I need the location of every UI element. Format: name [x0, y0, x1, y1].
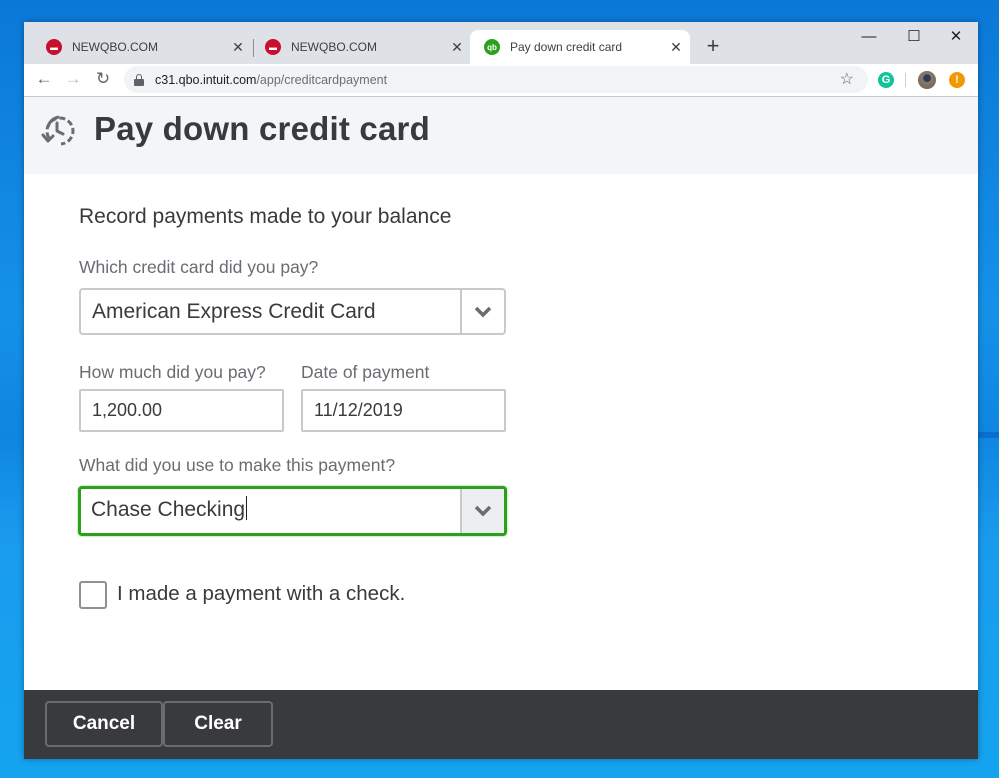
- page-header: Pay down credit card: [24, 97, 978, 174]
- cancel-button[interactable]: Cancel: [45, 701, 163, 747]
- window-close-button[interactable]: ✕: [936, 26, 976, 48]
- back-arrow-icon[interactable]: ←: [33, 68, 55, 90]
- credit-card-label: Which credit card did you pay?: [79, 257, 319, 277]
- check-payment-checkbox[interactable]: [79, 581, 107, 609]
- toolbar-separator: [905, 73, 906, 87]
- tab-title: Pay down credit card: [510, 40, 623, 54]
- close-tab-icon[interactable]: ✕: [230, 39, 246, 55]
- credit-card-dropdown-button[interactable]: [460, 290, 504, 333]
- date-input[interactable]: 11/12/2019: [301, 389, 506, 432]
- credit-card-value[interactable]: American Express Credit Card: [81, 290, 460, 333]
- grammarly-extension-icon[interactable]: G: [878, 72, 894, 88]
- profile-avatar[interactable]: [918, 71, 936, 89]
- lock-icon: [134, 73, 144, 86]
- bookmark-star-icon[interactable]: ☆: [840, 69, 854, 89]
- address-bar[interactable]: c31.qbo.intuit.com/app/creditcardpayment…: [124, 66, 868, 93]
- recurring-clock-icon: [41, 115, 75, 146]
- tab-title: NEWQBO.COM: [72, 40, 158, 54]
- chevron-down-icon: [474, 505, 492, 517]
- page-title: Pay down credit card: [94, 110, 430, 147]
- newqbo-favicon-icon: ▬: [265, 39, 281, 55]
- browser-window: ▬ NEWQBO.COM ✕ ▬ NEWQBO.COM ✕ qb Pay dow…: [24, 22, 978, 759]
- payment-account-input[interactable]: Chase Checking: [81, 489, 460, 533]
- text-cursor: [246, 496, 248, 521]
- payment-account-select[interactable]: Chase Checking: [78, 486, 507, 536]
- amount-input[interactable]: 1,200.00: [79, 389, 284, 432]
- tab-newqbo-1[interactable]: ▬ NEWQBO.COM ✕: [32, 30, 252, 64]
- credit-card-select[interactable]: American Express Credit Card: [79, 288, 506, 335]
- tab-newqbo-2[interactable]: ▬ NEWQBO.COM ✕: [251, 30, 471, 64]
- new-tab-button[interactable]: +: [702, 35, 724, 57]
- payment-account-label: What did you use to make this payment?: [79, 455, 396, 475]
- payment-account-dropdown-button[interactable]: [460, 489, 504, 533]
- minimize-button[interactable]: —: [849, 26, 889, 48]
- desktop-background: [977, 432, 999, 438]
- url-host: c31.qbo.intuit.com: [155, 72, 257, 87]
- tab-title: NEWQBO.COM: [291, 40, 377, 54]
- footer-bar: Cancel Clear: [24, 690, 978, 759]
- close-tab-icon[interactable]: ✕: [668, 39, 684, 55]
- quickbooks-favicon-icon: qb: [484, 39, 500, 55]
- update-alert-icon[interactable]: !: [949, 72, 965, 88]
- newqbo-favicon-icon: ▬: [46, 39, 62, 55]
- date-label: Date of payment: [301, 362, 430, 382]
- payment-account-value: Chase Checking: [91, 498, 246, 521]
- form-subtitle: Record payments made to your balance: [79, 205, 452, 228]
- chevron-down-icon: [474, 306, 492, 317]
- check-payment-label[interactable]: I made a payment with a check.: [117, 582, 405, 606]
- clear-button[interactable]: Clear: [163, 701, 273, 747]
- reload-icon[interactable]: ↻: [92, 68, 114, 90]
- forward-arrow-icon[interactable]: →: [62, 68, 84, 90]
- maximize-button[interactable]: ☐: [894, 26, 934, 48]
- url-path: /app/creditcardpayment: [256, 72, 388, 87]
- tab-pay-down-credit-card[interactable]: qb Pay down credit card ✕: [470, 30, 690, 64]
- amount-label: How much did you pay?: [79, 362, 266, 382]
- browser-toolbar: ← → ↻ c31.qbo.intuit.com/app/creditcardp…: [24, 64, 978, 97]
- close-tab-icon[interactable]: ✕: [449, 39, 465, 55]
- tab-strip: ▬ NEWQBO.COM ✕ ▬ NEWQBO.COM ✕ qb Pay dow…: [24, 22, 978, 64]
